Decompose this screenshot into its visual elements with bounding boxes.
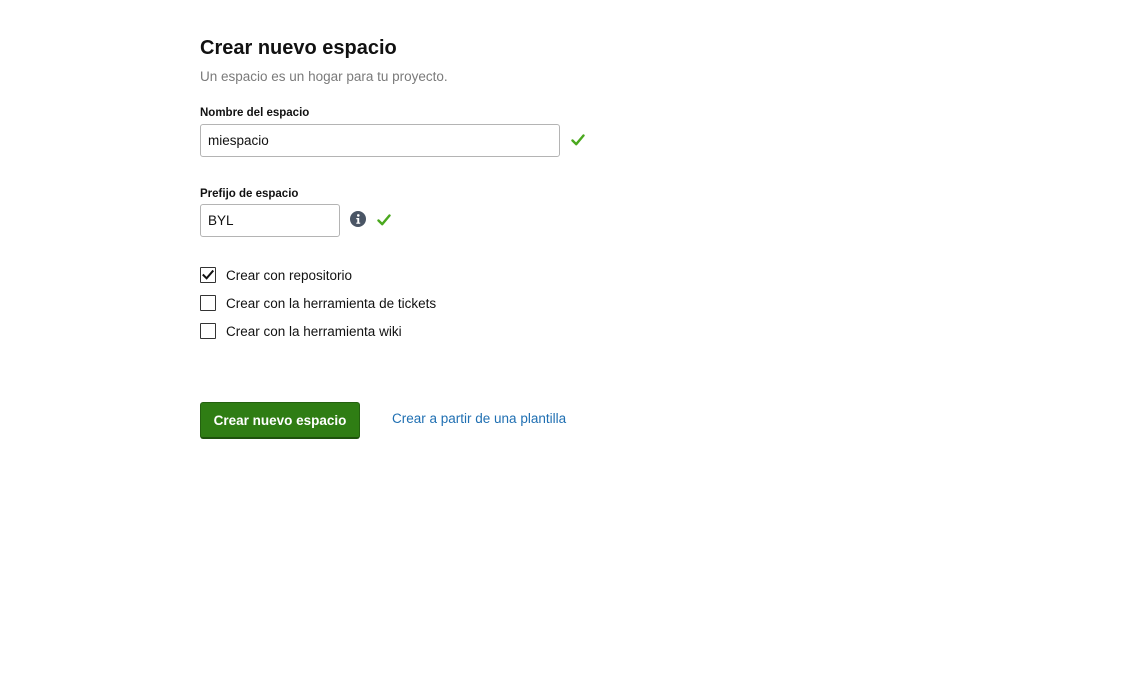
create-from-template-link[interactable]: Crear a partir de una plantilla: [392, 411, 566, 426]
space-prefix-label: Prefijo de espacio: [200, 188, 299, 200]
space-name-input[interactable]: [200, 124, 560, 157]
space-name-valid-check-icon: [571, 134, 585, 146]
option-label: Crear con repositorio: [226, 267, 353, 283]
space-prefix-valid-check-icon: [377, 214, 391, 226]
option-create-with-wiki[interactable]: Crear con la herramienta wiki: [200, 322, 402, 340]
repository-checkbox[interactable]: [200, 267, 216, 283]
wiki-checkbox[interactable]: [200, 323, 216, 339]
page-title: Crear nuevo espacio: [200, 37, 397, 59]
page-subtitle: Un espacio es un hogar para tu proyecto.: [200, 69, 448, 84]
checkmark-icon: [202, 269, 214, 280]
option-label: Crear con la herramienta wiki: [226, 323, 402, 339]
option-create-with-repository[interactable]: Crear con repositorio: [200, 266, 352, 284]
option-create-with-tickets[interactable]: Crear con la herramienta de tickets: [200, 294, 436, 312]
tickets-checkbox[interactable]: [200, 295, 216, 311]
option-label: Crear con la herramienta de tickets: [226, 295, 437, 311]
info-icon[interactable]: [350, 211, 366, 227]
space-name-label: Nombre del espacio: [200, 107, 310, 119]
create-space-button[interactable]: Crear nuevo espacio: [200, 402, 360, 439]
space-prefix-input[interactable]: [200, 204, 340, 237]
create-space-page: Crear nuevo espacio Un espacio es un hog…: [0, 0, 1145, 678]
